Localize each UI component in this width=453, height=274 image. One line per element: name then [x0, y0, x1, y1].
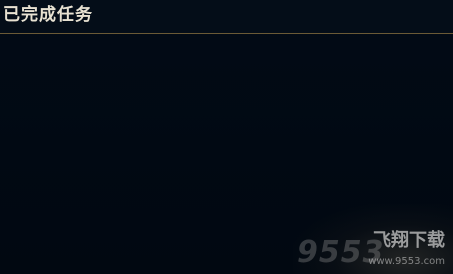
- panel-header: 已完成任务: [0, 0, 453, 34]
- completed-tasks-panel: 已完成任务 9553 飞翔下载 www.9553.com: [0, 0, 453, 274]
- watermark-brand: 飞翔下载: [373, 230, 445, 251]
- watermark-url: www.9553.com: [368, 256, 445, 267]
- watermark-logo: 9553 飞翔下载 www.9553.com: [297, 226, 447, 270]
- panel-title: 已完成任务: [3, 5, 93, 25]
